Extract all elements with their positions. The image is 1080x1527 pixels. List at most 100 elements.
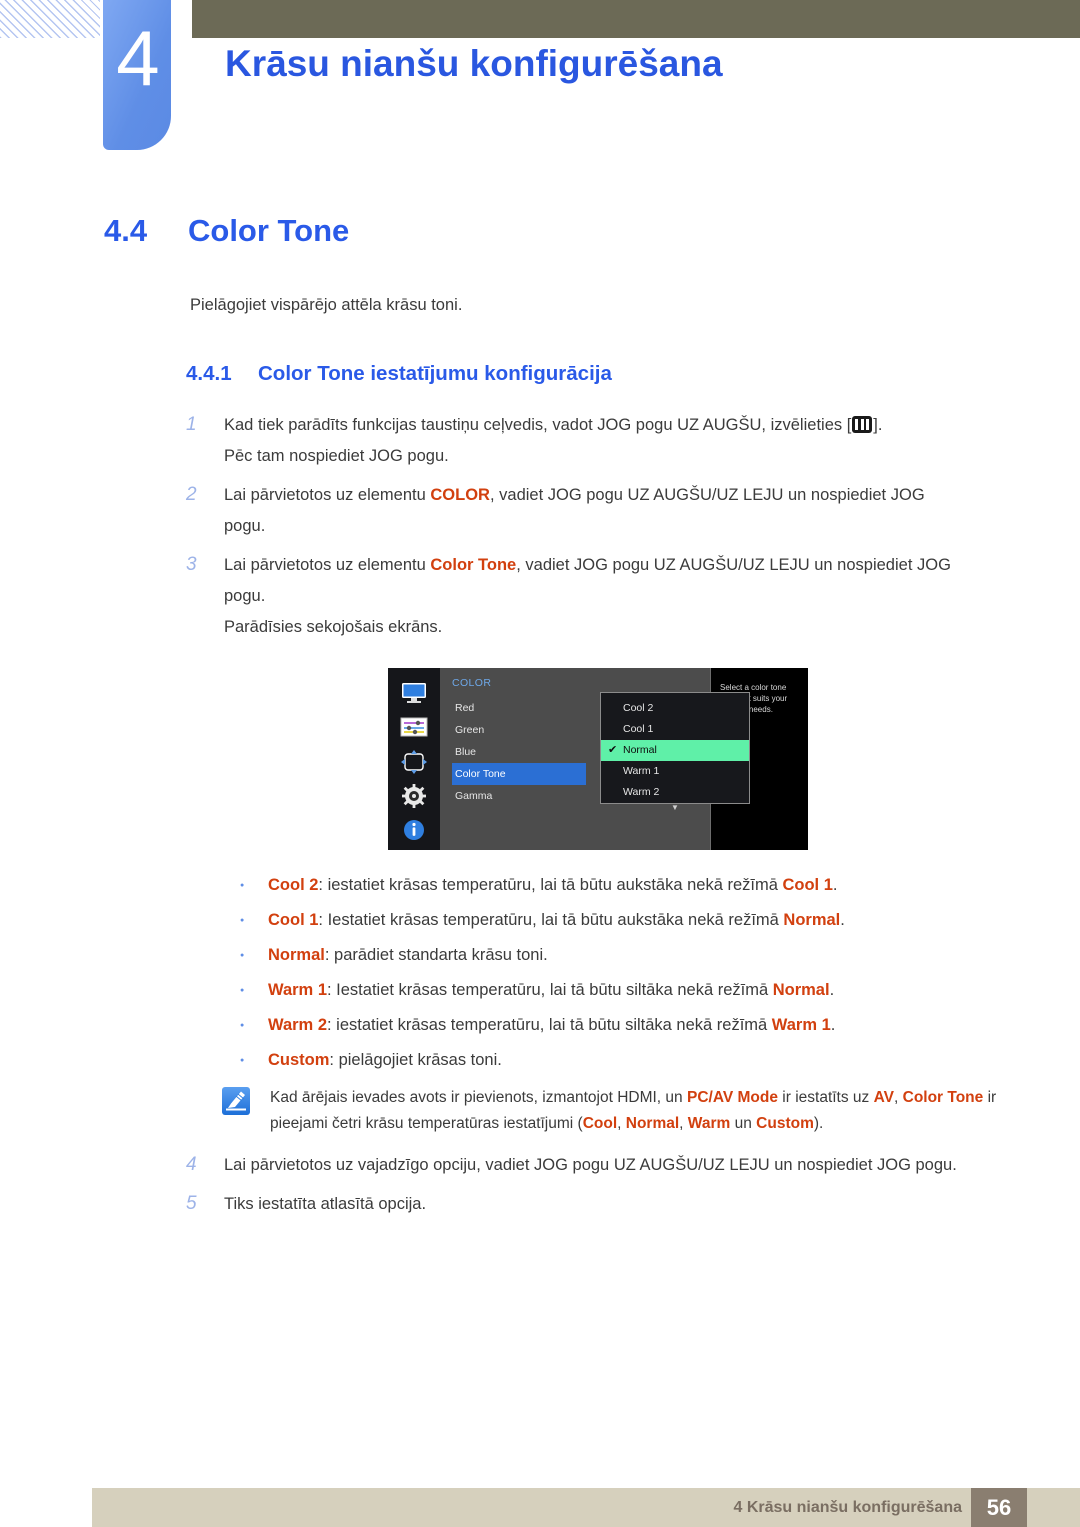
step-body: Lai pārvietotos uz vajadzīgo opciju, vad… bbox=[224, 1150, 1026, 1181]
section-title: Color Tone bbox=[188, 213, 350, 248]
step-body: Lai pārvietotos uz elementu Color Tone, … bbox=[224, 550, 1026, 643]
step-number: 1 bbox=[186, 414, 197, 435]
steps-list-top: 1 Kad tiek parādīts funkcijas taustiņu ce… bbox=[186, 410, 1026, 651]
body-text: Lai pārvietotos uz vajadzīgo opciju, vad… bbox=[224, 1156, 957, 1174]
keyword-text: Normal bbox=[268, 946, 325, 964]
body-text: . bbox=[829, 981, 835, 999]
subsection-title: Color Tone iestatījumu konfigurācija bbox=[258, 362, 612, 385]
step-line: pogu. bbox=[224, 511, 1026, 542]
osd-option-label: Cool 2 bbox=[623, 702, 654, 714]
body-text: un bbox=[730, 1115, 757, 1132]
step-item: 3 Lai pārvietotos uz elementu Color Tone,… bbox=[186, 550, 1026, 643]
osd-option-item[interactable]: Cool 2 bbox=[601, 698, 749, 719]
keyword-text: Cool 1 bbox=[782, 876, 833, 894]
step-number: 4 bbox=[186, 1154, 197, 1175]
osd-screenshot: COLOR Red Green Blue Color Tone Gamma Cool 2… bbox=[388, 668, 808, 850]
keyword-text: Color Tone bbox=[430, 556, 517, 574]
step-item: 4 Lai pārvietotos uz vajadzīgo opciju, va… bbox=[186, 1150, 1026, 1181]
step-number: 2 bbox=[186, 484, 197, 505]
subsection-number: 4.4.1 bbox=[186, 362, 232, 385]
check-icon: ✔ bbox=[608, 744, 618, 756]
keyword-text: Color Tone bbox=[902, 1089, 984, 1106]
step-item: 5 Tiks iestatīta atlasītā opcija. bbox=[186, 1189, 1026, 1220]
keyword-text: COLOR bbox=[430, 486, 490, 504]
step-body: Tiks iestatīta atlasītā opcija. bbox=[224, 1189, 1026, 1220]
osd-option-item[interactable]: Warm 1 bbox=[601, 761, 749, 782]
body-text: , bbox=[894, 1089, 903, 1106]
osd-menu-item[interactable]: Blue bbox=[452, 741, 586, 763]
osd-category-label: COLOR bbox=[452, 677, 492, 689]
body-text: Pēc tam nospiediet JOG pogu. bbox=[224, 447, 449, 465]
list-item: Custom: pielāgojiet krāsas toni. bbox=[232, 1043, 1032, 1078]
body-text: pogu. bbox=[224, 517, 266, 535]
osd-option-item[interactable]: Cool 1 bbox=[601, 719, 749, 740]
section-heading: 4.4 Color Tone bbox=[104, 213, 349, 249]
keyword-text: Normal bbox=[625, 1115, 680, 1132]
keyword-text: Cool 2 bbox=[268, 876, 319, 894]
body-text: : iestatiet krāsas temperatūru, lai tā b… bbox=[327, 1016, 772, 1034]
body-text: Parādīsies sekojošais ekrāns. bbox=[224, 618, 443, 636]
step-line: pogu. bbox=[224, 581, 1026, 612]
body-text: : Iestatiet krāsas temperatūru, lai tā b… bbox=[318, 911, 784, 929]
keyword-text: Normal bbox=[783, 911, 841, 929]
step-line: Pēc tam nospiediet JOG pogu. bbox=[224, 441, 1026, 472]
resize-arrows-icon bbox=[397, 747, 431, 776]
osd-menu-item[interactable]: Green bbox=[452, 719, 586, 741]
keyword-text: PC/AV Mode bbox=[686, 1089, 778, 1106]
step-body: Lai pārvietotos uz elementu COLOR, vadie… bbox=[224, 480, 1026, 542]
body-text: Lai pārvietotos uz elementu bbox=[224, 556, 431, 574]
osd-option-label: Warm 1 bbox=[623, 765, 660, 777]
step-line: Kad tiek parādīts funkcijas taustiņu ceļ… bbox=[224, 410, 1026, 441]
list-item: Cool 1: Iestatiet krāsas temperatūru, la… bbox=[232, 903, 1032, 938]
body-text: : parādiet standarta krāsu toni. bbox=[324, 946, 548, 964]
body-text: , bbox=[679, 1115, 688, 1132]
keyword-text: Cool 1 bbox=[268, 911, 319, 929]
keyword-text: Warm 1 bbox=[771, 1016, 831, 1034]
body-text: , bbox=[617, 1115, 626, 1132]
gear-icon bbox=[397, 781, 431, 810]
chevron-down-icon[interactable]: ▼ bbox=[601, 803, 749, 813]
page-footer: 4 Krāsu nianšu konfigurēšana 56 bbox=[92, 1488, 1080, 1527]
body-text: . bbox=[840, 911, 845, 929]
steps-list-bottom: 4 Lai pārvietotos uz vajadzīgo opciju, va… bbox=[186, 1150, 1026, 1228]
keyword-text: Cool bbox=[582, 1115, 618, 1132]
body-text: . bbox=[832, 876, 838, 894]
footer-chapter-text: 4 Krāsu nianšu konfigurēšana bbox=[733, 1499, 962, 1516]
osd-menu-item[interactable]: Color Tone bbox=[452, 763, 586, 785]
subsection-heading: 4.4.1 Color Tone iestatījumu konfigurācij… bbox=[186, 362, 612, 386]
step-number: 5 bbox=[186, 1193, 197, 1214]
body-text: Kad tiek parādīts funkcijas taustiņu ceļ… bbox=[224, 416, 852, 434]
chapter-title: Krāsu nianšu konfigurēšana bbox=[225, 43, 723, 84]
note-box: Kad ārējais ievades avots ir pievienots,… bbox=[222, 1085, 1022, 1137]
list-item: Normal: parādiet standarta krāsu toni. bbox=[232, 938, 1032, 973]
step-line: Lai pārvietotos uz elementu COLOR, vadie… bbox=[224, 480, 1026, 511]
body-text: . bbox=[830, 1016, 836, 1034]
osd-option-popup: Cool 2 Cool 1 ✔ Normal Warm 1 Warm 2 ▼ bbox=[600, 692, 750, 812]
body-text: Lai pārvietotos uz elementu bbox=[224, 486, 431, 504]
note-text: Kad ārējais ievades avots ir pievienots,… bbox=[270, 1085, 1022, 1137]
osd-option-list: Cool 2 Cool 1 ✔ Normal Warm 1 Warm 2 bbox=[601, 698, 749, 803]
info-icon bbox=[397, 816, 431, 845]
body-text: : pielāgojiet krāsas toni. bbox=[329, 1051, 502, 1069]
keyword-text: Warm 2 bbox=[268, 1016, 327, 1034]
step-line: Lai pārvietotos uz elementu Color Tone, … bbox=[224, 550, 1026, 581]
step-item: 1 Kad tiek parādīts funkcijas taustiņu ce… bbox=[186, 410, 1026, 472]
body-text: pogu. bbox=[224, 587, 266, 605]
body-text: ). bbox=[813, 1115, 824, 1132]
body-text: ir iestatīts uz bbox=[777, 1089, 874, 1106]
step-body: Kad tiek parādīts funkcijas taustiņu ceļ… bbox=[224, 410, 1026, 472]
monitor-icon bbox=[397, 678, 431, 707]
body-text: ]. bbox=[873, 416, 883, 434]
osd-menu-item[interactable]: Gamma bbox=[452, 785, 586, 807]
keyword-text: Warm bbox=[687, 1115, 731, 1132]
osd-option-item[interactable]: ✔ Normal bbox=[601, 740, 749, 761]
body-text: : Iestatiet krāsas temperatūru, lai tā b… bbox=[327, 981, 773, 999]
step-number: 3 bbox=[186, 554, 197, 575]
section-intro-text: Pielāgojiet vispārējo attēla krāsu toni. bbox=[190, 296, 463, 314]
body-text: , vadiet JOG pogu UZ AUGŠU/UZ LEJU un no… bbox=[516, 556, 951, 574]
osd-menu-item[interactable]: Red bbox=[452, 697, 586, 719]
osd-option-item[interactable]: Warm 2 bbox=[601, 782, 749, 803]
footer-page-number: 56 bbox=[971, 1488, 1027, 1527]
keyword-text: Normal bbox=[772, 981, 830, 999]
header-olive-bar bbox=[192, 0, 1080, 38]
